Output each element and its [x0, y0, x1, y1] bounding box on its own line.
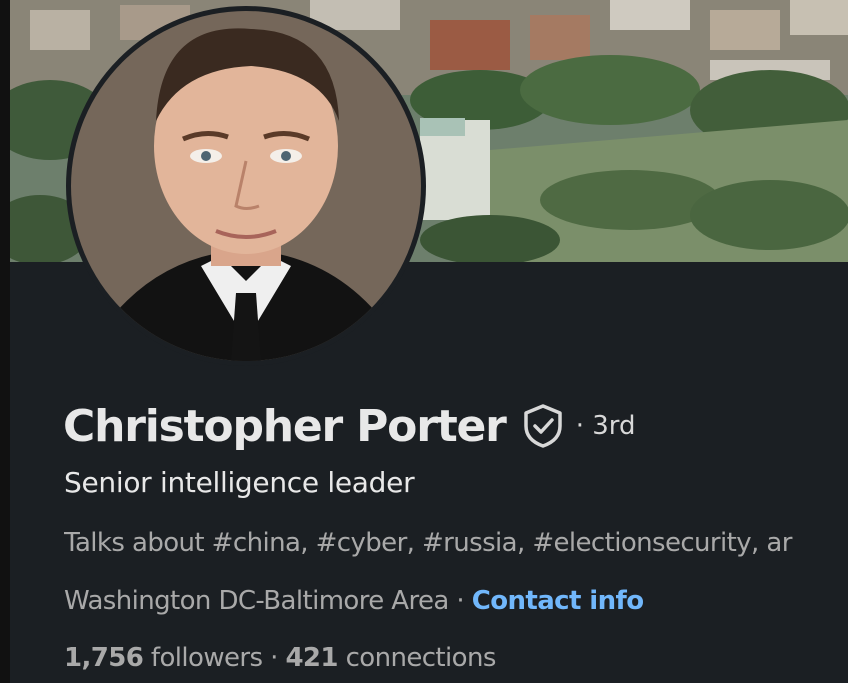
profile-name: Christopher Porter [63, 400, 507, 452]
profile-avatar[interactable] [66, 6, 426, 366]
location-row: Washington DC-Baltimore Area · Contact i… [64, 586, 644, 616]
profile-location: Washington DC-Baltimore Area [64, 586, 449, 616]
contact-info-link[interactable]: Contact info [472, 586, 644, 616]
connections-count[interactable]: 421 [285, 643, 338, 673]
followers-label[interactable]: followers [143, 643, 263, 673]
left-edge [0, 0, 10, 683]
followers-count[interactable]: 1,756 [64, 643, 144, 673]
separator: · [448, 586, 472, 616]
separator: · [262, 643, 286, 673]
connection-degree: · 3rd [575, 411, 636, 441]
name-row: Christopher Porter · 3rd [63, 396, 636, 456]
talks-about: Talks about #china, #cyber, #russia, #el… [64, 528, 792, 558]
connections-label[interactable]: connections [338, 643, 497, 673]
profile-headline: Senior intelligence leader [64, 466, 415, 499]
network-stats: 1,756 followers · 421 connections [64, 643, 496, 673]
shield-check-icon[interactable] [522, 404, 564, 448]
